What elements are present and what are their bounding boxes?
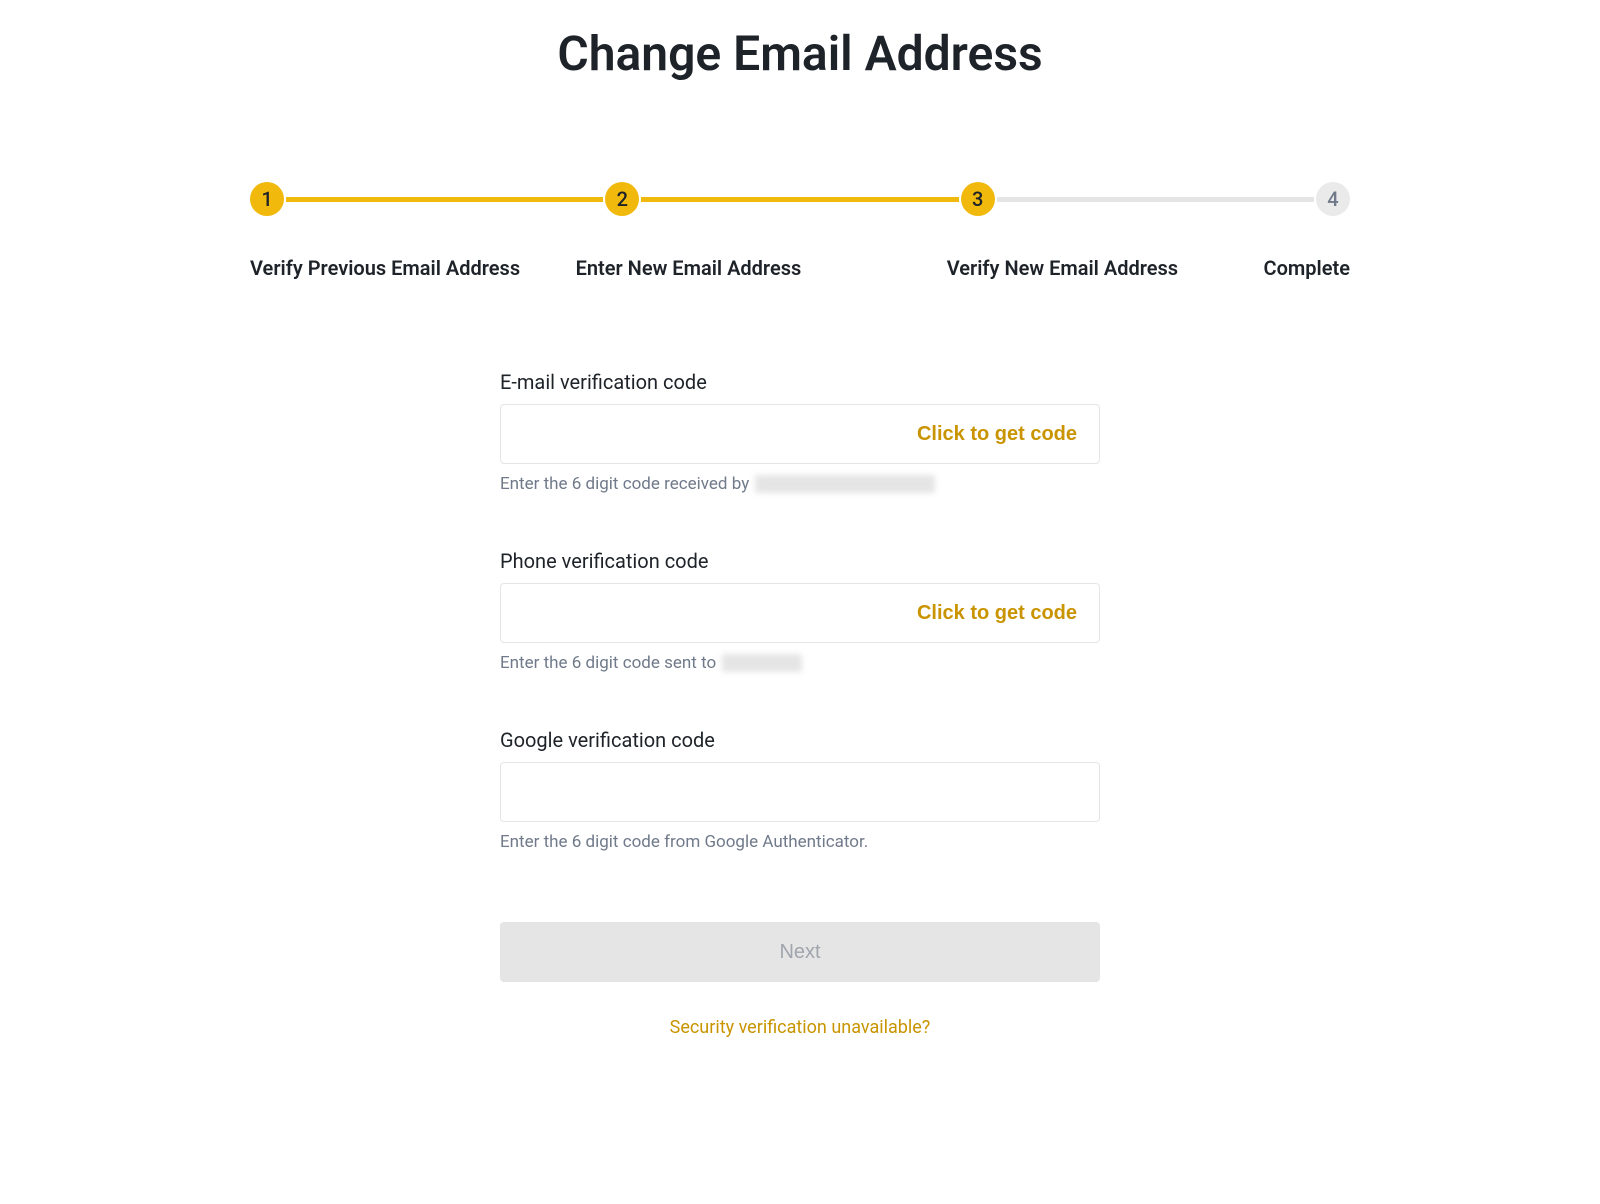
phone-code-input[interactable] [501, 584, 895, 642]
stepper: 1 2 3 4 Verify Previous Email Address En… [200, 182, 1400, 280]
redacted-phone [722, 654, 802, 672]
step-line-1-2 [286, 197, 603, 202]
verification-form: E-mail verification code Click to get co… [500, 370, 1100, 1038]
email-get-code-button[interactable]: Click to get code [895, 405, 1099, 463]
step-line-3-4 [997, 197, 1314, 202]
phone-code-hint-text: Enter the 6 digit code sent to [500, 653, 716, 673]
stepper-labels: Verify Previous Email Address Enter New … [250, 256, 1350, 280]
security-unavailable-link[interactable]: Security verification unavailable? [500, 1017, 1100, 1038]
step-circle-4: 4 [1316, 182, 1350, 216]
phone-verification-group: Phone verification code Click to get cod… [500, 549, 1100, 673]
stepper-track: 1 2 3 4 [250, 182, 1350, 216]
google-code-input-wrapper [500, 762, 1100, 822]
phone-code-label: Phone verification code [500, 549, 1100, 573]
email-code-hint-text: Enter the 6 digit code received by [500, 474, 749, 494]
google-code-hint: Enter the 6 digit code from Google Authe… [500, 832, 1100, 852]
phone-code-hint: Enter the 6 digit code sent to [500, 653, 1100, 673]
google-code-input[interactable] [501, 763, 1099, 821]
phone-code-input-wrapper: Click to get code [500, 583, 1100, 643]
step-circle-2: 2 [605, 182, 639, 216]
email-code-hint: Enter the 6 digit code received by [500, 474, 1100, 494]
step-circle-1: 1 [250, 182, 284, 216]
google-verification-group: Google verification code Enter the 6 dig… [500, 728, 1100, 852]
email-code-input[interactable] [501, 405, 895, 463]
page-title: Change Email Address [0, 25, 1600, 82]
redacted-email [755, 475, 935, 493]
google-code-label: Google verification code [500, 728, 1100, 752]
email-code-input-wrapper: Click to get code [500, 404, 1100, 464]
step-circle-3: 3 [961, 182, 995, 216]
step-line-2-3 [641, 197, 958, 202]
email-code-label: E-mail verification code [500, 370, 1100, 394]
step-label-4: Complete [1264, 256, 1350, 280]
step-label-1: Verify Previous Email Address [250, 256, 520, 280]
phone-get-code-button[interactable]: Click to get code [895, 584, 1099, 642]
next-button[interactable]: Next [500, 922, 1100, 982]
email-verification-group: E-mail verification code Click to get co… [500, 370, 1100, 494]
step-label-3: Verify New Email Address [947, 256, 1178, 280]
step-label-2: Enter New Email Address [576, 256, 802, 280]
